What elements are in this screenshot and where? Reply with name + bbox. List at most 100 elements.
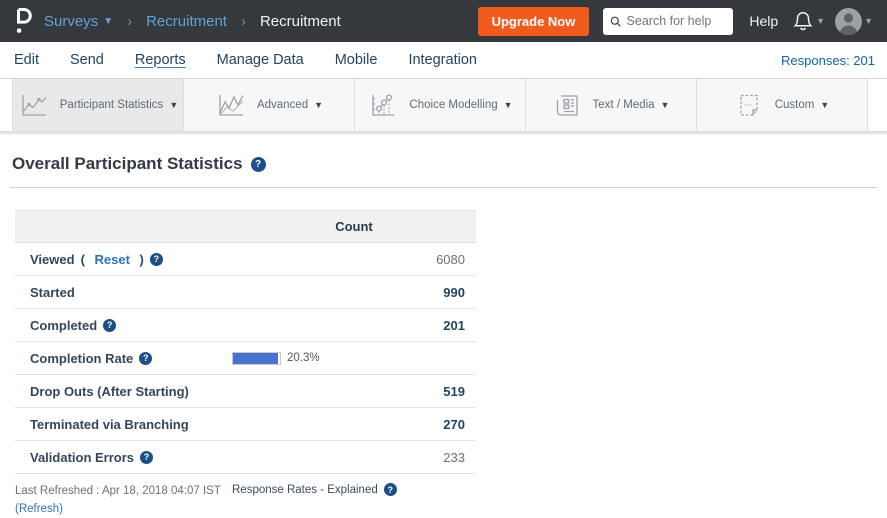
newspaper-icon — [553, 92, 581, 119]
row-label: Started — [15, 285, 232, 300]
chevron-down-icon: ▼ — [864, 16, 873, 26]
table-row-terminated: Terminated via Branching 270 — [15, 408, 476, 441]
tab-label: Custom — [775, 99, 815, 111]
avatar — [835, 8, 862, 35]
row-label: Viewed( Reset ) ? — [15, 252, 232, 267]
line-chart-icon — [18, 92, 48, 119]
last-refreshed: Last Refreshed : Apr 18, 2018 04:07 IST … — [15, 483, 232, 518]
chevron-down-icon: ▼ — [661, 100, 670, 110]
breadcrumb-surveys-label: Surveys — [44, 13, 98, 30]
chevron-down-icon: ▼ — [816, 16, 825, 26]
row-label: Completed ? — [15, 318, 232, 333]
completion-rate-cell: 20.3% — [232, 352, 476, 365]
row-label-text: Validation Errors — [30, 450, 134, 465]
participant-statistics-table: Count Viewed( Reset ) ? 6080 Started 990… — [15, 210, 476, 474]
breadcrumb-survey-name[interactable]: Recruitment — [146, 13, 227, 30]
row-label: Validation Errors ? — [15, 450, 232, 465]
row-label-text: Terminated via Branching — [30, 417, 189, 432]
table-row-completion-rate: Completion Rate ? 20.3% — [15, 342, 476, 375]
help-icon[interactable]: ? — [140, 451, 153, 464]
multi-line-chart-icon — [215, 92, 245, 119]
tab-label: Text / Media — [593, 99, 655, 111]
breadcrumb-separator: › — [241, 13, 246, 30]
questionpro-logo-icon[interactable] — [12, 6, 34, 36]
last-refreshed-text: Last Refreshed : Apr 18, 2018 04:07 IST — [15, 485, 221, 497]
user-icon — [835, 8, 862, 35]
report-toolbar: Participant Statistics ▼ Advanced ▼ Ch — [0, 79, 887, 135]
row-value: 519 — [232, 384, 476, 399]
search-icon — [610, 15, 621, 28]
page-title: Overall Participant Statistics — [12, 154, 243, 174]
nav-item-integration[interactable]: Integration — [408, 52, 477, 69]
tab-custom[interactable]: Custom ▼ — [697, 79, 868, 131]
table-row-validation-errors: Validation Errors ? 233 — [15, 441, 476, 474]
chevron-down-icon: ▼ — [169, 100, 178, 110]
page-header: Overall Participant Statistics ? — [12, 154, 887, 174]
row-value: 270 — [232, 417, 476, 432]
table-footer: Last Refreshed : Apr 18, 2018 04:07 IST … — [15, 483, 887, 518]
search-input[interactable] — [627, 14, 727, 28]
help-search-box[interactable] — [603, 8, 733, 35]
chevron-down-icon: ▼ — [820, 100, 829, 110]
table-header-row: Count — [15, 210, 476, 243]
table-row-completed: Completed ? 201 — [15, 309, 476, 342]
completion-rate-value: 20.3% — [287, 352, 320, 364]
tab-label: Advanced — [257, 99, 308, 111]
response-rates-explained: Response Rates - Explained ? — [232, 483, 397, 496]
response-rates-label: Response Rates - Explained — [232, 484, 378, 496]
help-icon[interactable]: ? — [384, 483, 397, 496]
chevron-down-icon: ▼ — [504, 100, 513, 110]
row-label-text: Started — [30, 285, 75, 300]
notifications-button[interactable]: ▼ — [792, 9, 825, 33]
survey-nav: Edit Send Reports Manage Data Mobile Int… — [0, 42, 887, 79]
help-icon[interactable]: ? — [103, 319, 116, 332]
custom-report-icon — [735, 92, 763, 119]
tab-participant-statistics[interactable]: Participant Statistics ▼ — [13, 79, 184, 131]
tab-text-media[interactable]: Text / Media ▼ — [526, 79, 697, 131]
help-icon[interactable]: ? — [251, 157, 266, 172]
account-menu-button[interactable]: ▼ — [835, 8, 873, 35]
upgrade-now-button[interactable]: Upgrade Now — [478, 7, 590, 36]
nav-item-mobile[interactable]: Mobile — [335, 52, 378, 69]
reset-link[interactable]: Reset — [95, 252, 130, 267]
nav-items: Edit Send Reports Manage Data Mobile Int… — [14, 52, 477, 69]
bubble-chart-icon — [367, 92, 397, 119]
bell-icon — [792, 9, 814, 33]
nav-item-send[interactable]: Send — [70, 52, 104, 69]
row-label-text: Drop Outs (After Starting) — [30, 384, 189, 399]
help-icon[interactable]: ? — [139, 352, 152, 365]
refresh-link[interactable]: (Refresh) — [15, 503, 63, 515]
tab-choice-modelling[interactable]: Choice Modelling ▼ — [355, 79, 526, 131]
tab-label: Choice Modelling — [409, 99, 497, 111]
chevron-down-icon: ▼ — [103, 16, 113, 27]
row-label: Terminated via Branching — [15, 417, 232, 432]
nav-item-manage-data[interactable]: Manage Data — [217, 52, 304, 69]
topbar: Surveys ▼ › Recruitment › Recruitment Up… — [0, 0, 887, 42]
breadcrumb-separator: › — [127, 13, 132, 30]
tab-advanced[interactable]: Advanced ▼ — [184, 79, 355, 131]
responses-count[interactable]: Responses: 201 — [781, 53, 875, 68]
breadcrumb-survey-name-label: Recruitment — [146, 13, 227, 30]
breadcrumb-surveys[interactable]: Surveys ▼ — [44, 13, 113, 30]
completion-rate-bar-track — [232, 352, 281, 365]
help-link[interactable]: Help — [749, 13, 778, 29]
row-label-text: Completion Rate — [30, 351, 133, 366]
table-row-drop-outs: Drop Outs (After Starting) 519 — [15, 375, 476, 408]
row-label-text: Viewed — [30, 252, 75, 267]
table-row-viewed: Viewed( Reset ) ? 6080 — [15, 243, 476, 276]
help-icon[interactable]: ? — [150, 253, 163, 266]
breadcrumb-current-page: Recruitment — [260, 13, 341, 30]
nav-item-edit[interactable]: Edit — [14, 52, 39, 69]
header-divider — [10, 187, 877, 188]
chevron-down-icon: ▼ — [314, 100, 323, 110]
paren-open: ( — [81, 252, 89, 267]
count-column-header: Count — [232, 219, 476, 234]
row-label: Drop Outs (After Starting) — [15, 384, 232, 399]
row-value: 233 — [232, 450, 476, 465]
row-label: Completion Rate ? — [15, 351, 232, 366]
nav-item-reports[interactable]: Reports — [135, 52, 186, 69]
row-label-text: Completed — [30, 318, 97, 333]
row-value: 6080 — [232, 252, 476, 267]
row-value: 201 — [232, 318, 476, 333]
completion-rate-bar — [233, 353, 278, 364]
